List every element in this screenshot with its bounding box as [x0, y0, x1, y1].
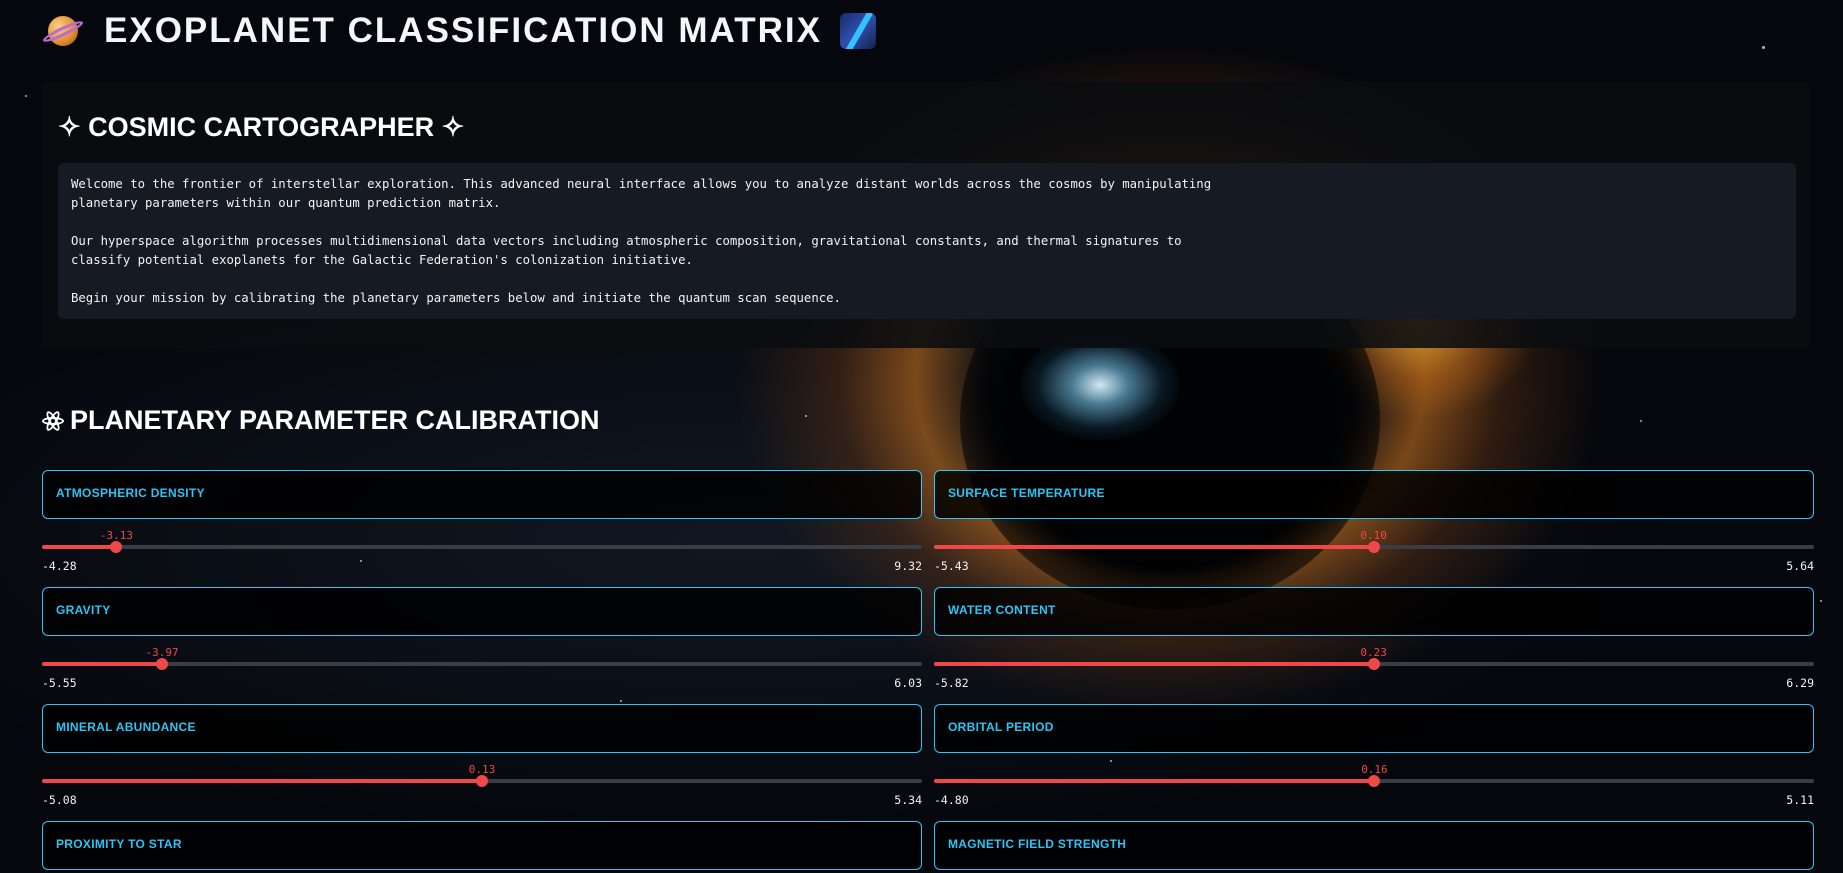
intro-paragraph: Our hyperspace algorithm processes multi…: [71, 234, 1182, 267]
slider-track[interactable]: 0.16: [934, 763, 1814, 787]
slider-value: 0.16: [1361, 763, 1388, 776]
slider-max: 6.03: [894, 676, 922, 690]
param-label: PROXIMITY TO STAR: [56, 837, 182, 851]
intro-title: ✧ COSMIC CARTOGRAPHER ✧: [58, 112, 465, 142]
slider-thumb[interactable]: [110, 541, 123, 553]
param-label: MINERAL ABUNDANCE: [56, 720, 196, 734]
param-label: GRAVITY: [56, 603, 111, 617]
slider-track[interactable]: -3.13: [42, 529, 922, 553]
slider-fill: [42, 779, 482, 783]
slider-thumb[interactable]: [1367, 541, 1380, 553]
intro-paragraph: Begin your mission by calibrating the pl…: [71, 291, 841, 305]
app-title: EXOPLANET CLASSIFICATION MATRIX: [104, 11, 822, 50]
slider-max: 9.32: [894, 559, 922, 573]
slider-fill: [42, 545, 117, 549]
param-label: WATER CONTENT: [948, 603, 1056, 617]
section-title-text: PLANETARY PARAMETER CALIBRATION: [70, 405, 600, 435]
slider-fill: [934, 779, 1375, 783]
slider-min: -4.28: [42, 559, 77, 573]
ringed-planet-icon: [48, 16, 78, 46]
slider-track[interactable]: 0.13: [42, 763, 922, 787]
slider-fill: [42, 662, 163, 666]
param-label: ATMOSPHERIC DENSITY: [56, 486, 205, 500]
slider-value: 0.23: [1360, 646, 1387, 659]
param-label: MAGNETIC FIELD STRENGTH: [948, 837, 1127, 851]
slider-min: -4.80: [934, 793, 969, 807]
param-card[interactable]: GRAVITY: [42, 587, 922, 636]
param-label: ORBITAL PERIOD: [948, 720, 1054, 734]
slider-fill: [934, 662, 1374, 666]
slider-value: 0.10: [1360, 529, 1387, 542]
slider-value: -3.13: [99, 529, 133, 542]
param-label: SURFACE TEMPERATURE: [948, 486, 1105, 500]
slider-value: -3.97: [145, 646, 179, 659]
param-card[interactable]: MAGNETIC FIELD STRENGTH: [934, 821, 1814, 870]
param-card[interactable]: WATER CONTENT: [934, 587, 1814, 636]
param-card[interactable]: SURFACE TEMPERATURE: [934, 470, 1814, 519]
slider-track[interactable]: 0.10: [934, 529, 1814, 553]
slider-thumb[interactable]: [1368, 775, 1381, 787]
param-card[interactable]: PROXIMITY TO STAR: [42, 821, 922, 870]
app-header: EXOPLANET CLASSIFICATION MATRIX: [48, 8, 876, 54]
slider-fill: [934, 545, 1374, 549]
slider-min: -5.82: [934, 676, 969, 690]
slider-value: 0.13: [468, 763, 496, 776]
slider-thumb[interactable]: [1367, 658, 1380, 670]
intro-paragraph: Welcome to the frontier of interstellar …: [71, 177, 1212, 210]
slider-track[interactable]: 0.23: [934, 646, 1814, 670]
intro-text-box: Welcome to the frontier of interstellar …: [58, 163, 1796, 319]
section-title: PLANETARY PARAMETER CALIBRATION: [42, 405, 600, 436]
param-card[interactable]: ATMOSPHERIC DENSITY: [42, 470, 922, 519]
slider-min: -5.08: [42, 793, 77, 807]
param-card[interactable]: MINERAL ABUNDANCE: [42, 704, 922, 753]
slider-max: 6.29: [1786, 676, 1814, 690]
param-card[interactable]: ORBITAL PERIOD: [934, 704, 1814, 753]
milky-way-icon: [839, 13, 876, 49]
slider-thumb[interactable]: [156, 658, 169, 670]
slider-thumb[interactable]: [476, 775, 488, 787]
atom-icon: [42, 408, 64, 433]
slider-track[interactable]: -3.97: [42, 646, 922, 670]
slider-min: -5.43: [934, 559, 969, 573]
slider-max: 5.34: [894, 793, 922, 807]
slider-min: -5.55: [42, 676, 77, 690]
slider-max: 5.64: [1786, 559, 1814, 573]
slider-max: 5.11: [1786, 793, 1814, 807]
